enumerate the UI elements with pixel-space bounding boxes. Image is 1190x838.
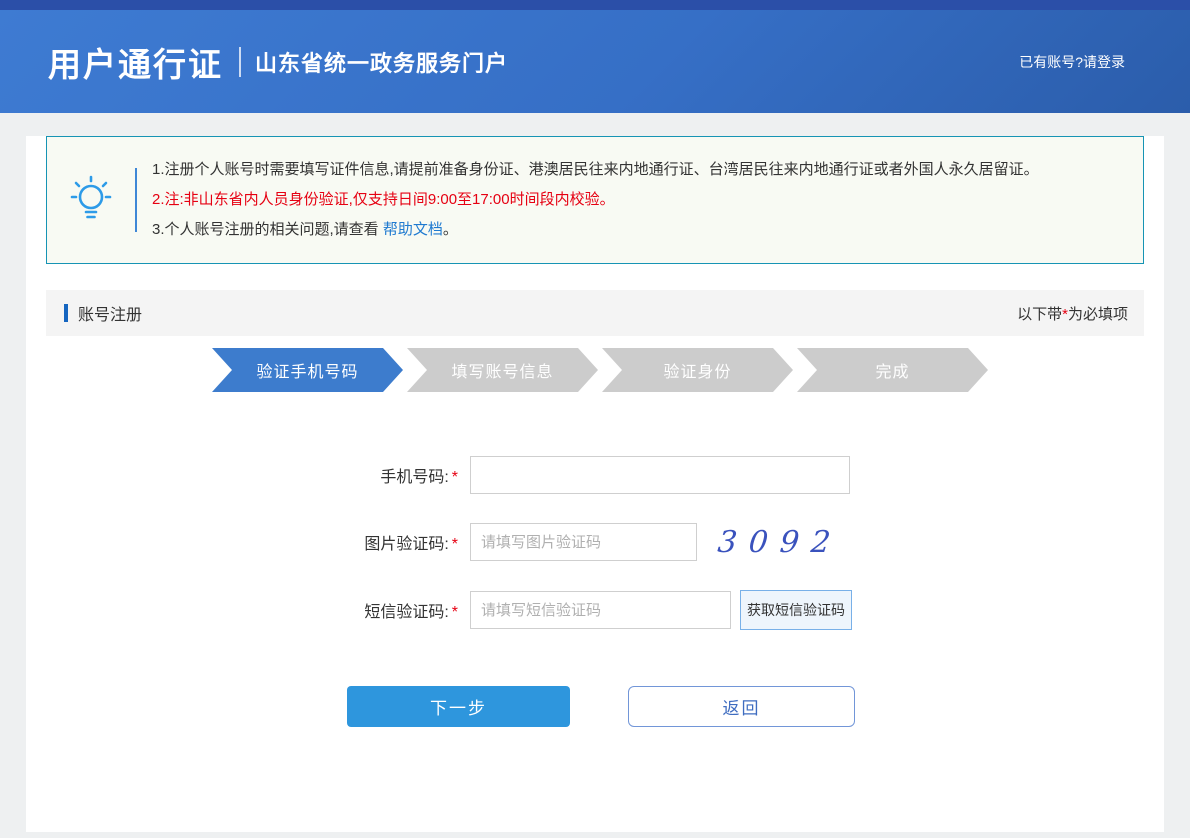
section-title: 账号注册 xyxy=(78,301,142,325)
required-note-prefix: 以下带 xyxy=(1017,306,1062,323)
phone-required-asterisk: * xyxy=(452,469,458,486)
sms-input[interactable] xyxy=(470,591,731,629)
phone-label-text: 手机号码: xyxy=(380,469,448,486)
site-header: 用户通行证 山东省统一政务服务门户 已有账号?请登录 xyxy=(0,10,1190,113)
site-subtitle: 山东省统一政务服务门户 xyxy=(255,46,508,78)
required-note: 以下带*为必填项 xyxy=(1017,303,1128,324)
notice-line-2: 2.注:非山东省内人员身份验证,仅支持日间9:00至17:00时间段内校验。 xyxy=(152,185,1039,215)
step-complete: 完成 xyxy=(797,348,988,392)
notice-line-3-text: 3.个人账号注册的相关问题,请查看 xyxy=(152,221,383,238)
sms-row: 短信验证码:* 获取短信验证码 xyxy=(306,590,1164,630)
main-content-card: 1.注册个人账号时需要填写证件信息,请提前准备身份证、港澳居民往来内地通行证、台… xyxy=(26,136,1164,832)
notice-line-3-suffix: 。 xyxy=(443,221,458,238)
notice-text: 1.注册个人账号时需要填写证件信息,请提前准备身份证、港澳居民往来内地通行证、台… xyxy=(137,155,1039,245)
captcha-required-asterisk: * xyxy=(452,536,458,553)
get-sms-code-button[interactable]: 获取短信验证码 xyxy=(740,590,852,630)
sms-required-asterisk: * xyxy=(452,604,458,621)
site-branding: 用户通行证 山东省统一政务服务门户 xyxy=(48,38,508,86)
action-buttons: 下一步 返回 xyxy=(347,686,1164,727)
login-link[interactable]: 已有账号?请登录 xyxy=(1019,52,1125,72)
captcha-image[interactable]: 3092 xyxy=(710,525,850,560)
back-button[interactable]: 返回 xyxy=(628,686,855,727)
section-header: 账号注册 以下带*为必填项 xyxy=(46,290,1144,336)
lightbulb-icon xyxy=(47,175,135,225)
title-divider xyxy=(239,47,241,77)
captcha-input[interactable] xyxy=(470,523,697,561)
phone-row: 手机号码:* xyxy=(306,456,1164,494)
notice-box: 1.注册个人账号时需要填写证件信息,请提前准备身份证、港澳居民往来内地通行证、台… xyxy=(46,136,1144,264)
notice-line-1: 1.注册个人账号时需要填写证件信息,请提前准备身份证、港澳居民往来内地通行证、台… xyxy=(152,155,1039,185)
captcha-label-text: 图片验证码: xyxy=(364,536,448,553)
sms-label: 短信验证码:* xyxy=(306,598,458,622)
next-step-button[interactable]: 下一步 xyxy=(347,686,570,727)
required-note-suffix: 为必填项 xyxy=(1068,306,1128,323)
phone-input[interactable] xyxy=(470,456,850,494)
step-indicator: 验证手机号码 填写账号信息 验证身份 完成 xyxy=(212,348,1164,392)
site-title: 用户通行证 xyxy=(48,38,223,86)
step-verify-identity: 验证身份 xyxy=(602,348,793,392)
phone-label: 手机号码:* xyxy=(306,463,458,487)
registration-form: 手机号码:* 图片验证码:* 3092 短信验证码:* 获取短信验证码 下一步 … xyxy=(26,456,1164,727)
section-marker xyxy=(64,304,68,322)
step-fill-account-info: 填写账号信息 xyxy=(407,348,598,392)
top-accent-bar xyxy=(0,0,1190,10)
notice-line-3: 3.个人账号注册的相关问题,请查看 帮助文档。 xyxy=(152,215,1039,245)
sms-label-text: 短信验证码: xyxy=(364,604,448,621)
step-verify-phone: 验证手机号码 xyxy=(212,348,403,392)
help-doc-link[interactable]: 帮助文档 xyxy=(383,221,443,238)
captcha-label: 图片验证码:* xyxy=(306,530,458,554)
captcha-row: 图片验证码:* 3092 xyxy=(306,523,1164,561)
section-title-group: 账号注册 xyxy=(64,301,142,325)
